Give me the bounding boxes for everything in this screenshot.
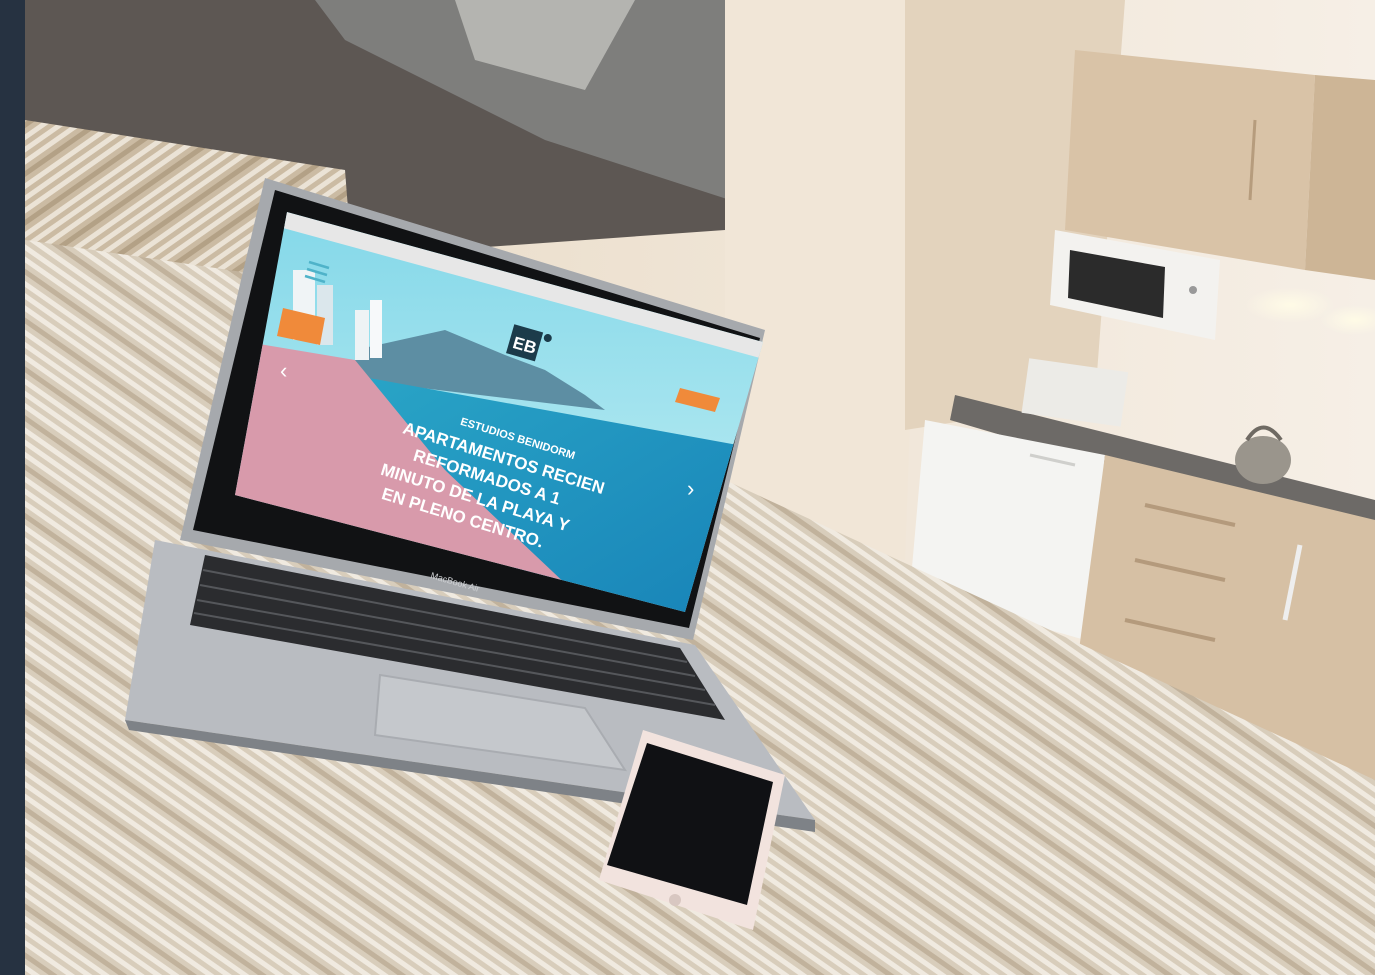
slider-next-icon: › (687, 476, 694, 501)
slider-prev-icon: ‹ (280, 358, 287, 383)
photo: MacBook Air EB ‹ › ESTUDIOS BENIDORM APA… (25, 0, 1375, 975)
kettle (1235, 436, 1291, 484)
